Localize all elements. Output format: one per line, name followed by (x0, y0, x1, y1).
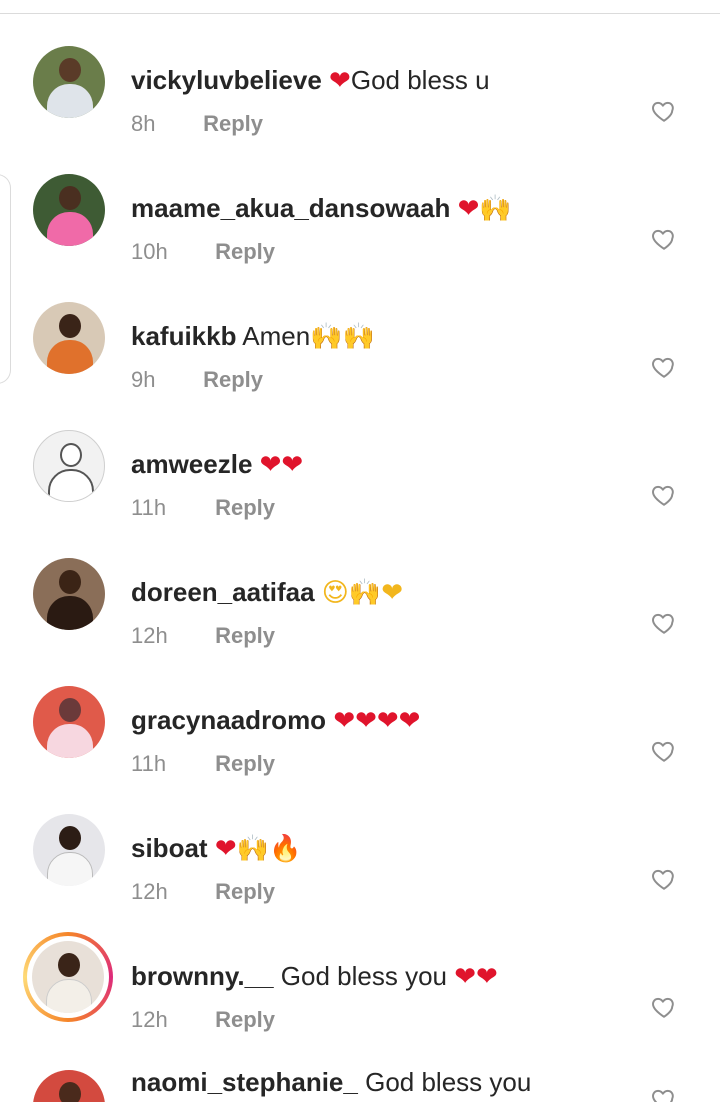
comment-username[interactable]: vickyluvbelieve (131, 65, 322, 95)
comment-username[interactable]: kafuikkb (131, 321, 237, 351)
top-divider (0, 13, 720, 14)
avatar[interactable] (33, 558, 105, 630)
avatar[interactable] (33, 46, 105, 118)
comment-meta: 12h Reply (131, 1006, 275, 1034)
heart-outline-icon[interactable] (651, 354, 677, 380)
comment-text: kafuikkb Amen🙌🙌 (131, 320, 375, 353)
comment-text: brownny.__ God bless you ❤❤ (131, 960, 498, 993)
comment-username[interactable]: siboat (131, 833, 208, 863)
comment-text: vickyluvbelieve ❤God bless u (131, 64, 490, 97)
comment-text: maame_akua_dansowaah ❤🙌 (131, 192, 512, 225)
comment-meta: 8h Reply (131, 110, 263, 138)
avatar[interactable] (32, 941, 104, 1013)
avatar[interactable] (33, 430, 105, 502)
comment-meta: 11h Reply (131, 494, 275, 522)
avatar[interactable] (33, 686, 105, 758)
reply-button[interactable]: Reply (203, 111, 263, 136)
comment-message: God bless you (280, 961, 447, 991)
comment-row: gracynaadromo ❤❤❤❤ 11h Reply (0, 676, 720, 804)
heart-outline-icon[interactable] (651, 482, 677, 508)
comment-time: 10h (131, 239, 168, 264)
heart-outline-icon[interactable] (651, 98, 677, 124)
heart-outline-icon[interactable] (651, 610, 677, 636)
heart-outline-icon[interactable] (651, 866, 677, 892)
comment-time: 12h (131, 1007, 168, 1032)
reply-button[interactable]: Reply (215, 623, 275, 648)
comment-emoji: ❤❤ (454, 962, 498, 992)
comment-text: amweezle ❤❤ (131, 448, 303, 481)
comment-row: vickyluvbelieve ❤God bless u 8h Reply (0, 36, 720, 164)
comment-meta: 9h Reply (131, 366, 263, 394)
comment-username[interactable]: maame_akua_dansowaah (131, 193, 450, 223)
reply-button[interactable]: Reply (215, 1007, 275, 1032)
comment-row: siboat ❤🙌🔥 12h Reply (0, 804, 720, 932)
reply-button[interactable]: Reply (215, 879, 275, 904)
comment-username[interactable]: gracynaadromo (131, 705, 326, 735)
comment-meta: 11h Reply (131, 750, 275, 778)
comment-message: Amen (242, 321, 311, 351)
reply-button[interactable]: Reply (215, 495, 275, 520)
comment-emoji: ❤❤ (259, 450, 304, 480)
heart-outline-icon[interactable] (651, 1086, 677, 1102)
comment-row: amweezle ❤❤ 11h Reply (0, 420, 720, 548)
avatar-ring-gap (27, 936, 109, 1018)
heart-outline-icon[interactable] (651, 738, 677, 764)
comment-emoji: ❤🙌 (457, 194, 512, 224)
comment-username[interactable]: naomi_stephanie_ (131, 1067, 358, 1097)
comment-text: naomi_stephanie_ God bless you (131, 1066, 531, 1098)
comment-row: maame_akua_dansowaah ❤🙌 10h Reply (0, 164, 720, 292)
comment-text: siboat ❤🙌🔥 (131, 832, 301, 865)
reply-button[interactable]: Reply (203, 367, 263, 392)
avatar[interactable] (33, 1070, 105, 1102)
reply-button[interactable]: Reply (215, 239, 275, 264)
comment-username[interactable]: amweezle (131, 449, 252, 479)
comment-row: doreen_aatifaa 😍🙌❤ 12h Reply (0, 548, 720, 676)
comment-time: 12h (131, 623, 168, 648)
heart-outline-icon[interactable] (651, 994, 677, 1020)
comment-username[interactable]: brownny.__ (131, 961, 274, 991)
comment-emoji: ❤🙌🔥 (214, 834, 302, 864)
comment-emoji: 🙌🙌 (310, 322, 375, 352)
comment-time: 11h (131, 495, 167, 520)
comment-emoji: ❤ (329, 66, 351, 96)
comment-row: naomi_stephanie_ God bless you (0, 1060, 720, 1102)
comment-meta: 12h Reply (131, 622, 275, 650)
comment-message: God bless u (350, 65, 490, 95)
comment-meta: 12h Reply (131, 878, 275, 906)
comment-time: 11h (131, 751, 167, 776)
comment-time: 9h (131, 367, 156, 392)
comment-text: doreen_aatifaa 😍🙌❤ (131, 576, 403, 609)
avatar[interactable] (33, 302, 105, 374)
avatar-story-ring[interactable] (23, 932, 113, 1022)
comment-emoji: ❤❤❤❤ (333, 706, 421, 736)
comment-message: God bless you (365, 1067, 532, 1097)
comment-row: kafuikkb Amen🙌🙌 9h Reply (0, 292, 720, 420)
comment-text: gracynaadromo ❤❤❤❤ (131, 704, 420, 737)
comment-meta: 10h Reply (131, 238, 275, 266)
comment-row: brownny.__ God bless you ❤❤ 12h Reply (0, 932, 720, 1060)
avatar[interactable] (33, 174, 105, 246)
comment-emoji: 😍🙌❤ (321, 578, 404, 608)
reply-button[interactable]: Reply (215, 751, 275, 776)
comment-username[interactable]: doreen_aatifaa (131, 577, 315, 607)
comment-time: 12h (131, 879, 168, 904)
avatar[interactable] (33, 814, 105, 886)
heart-outline-icon[interactable] (651, 226, 677, 252)
comment-time: 8h (131, 111, 156, 136)
